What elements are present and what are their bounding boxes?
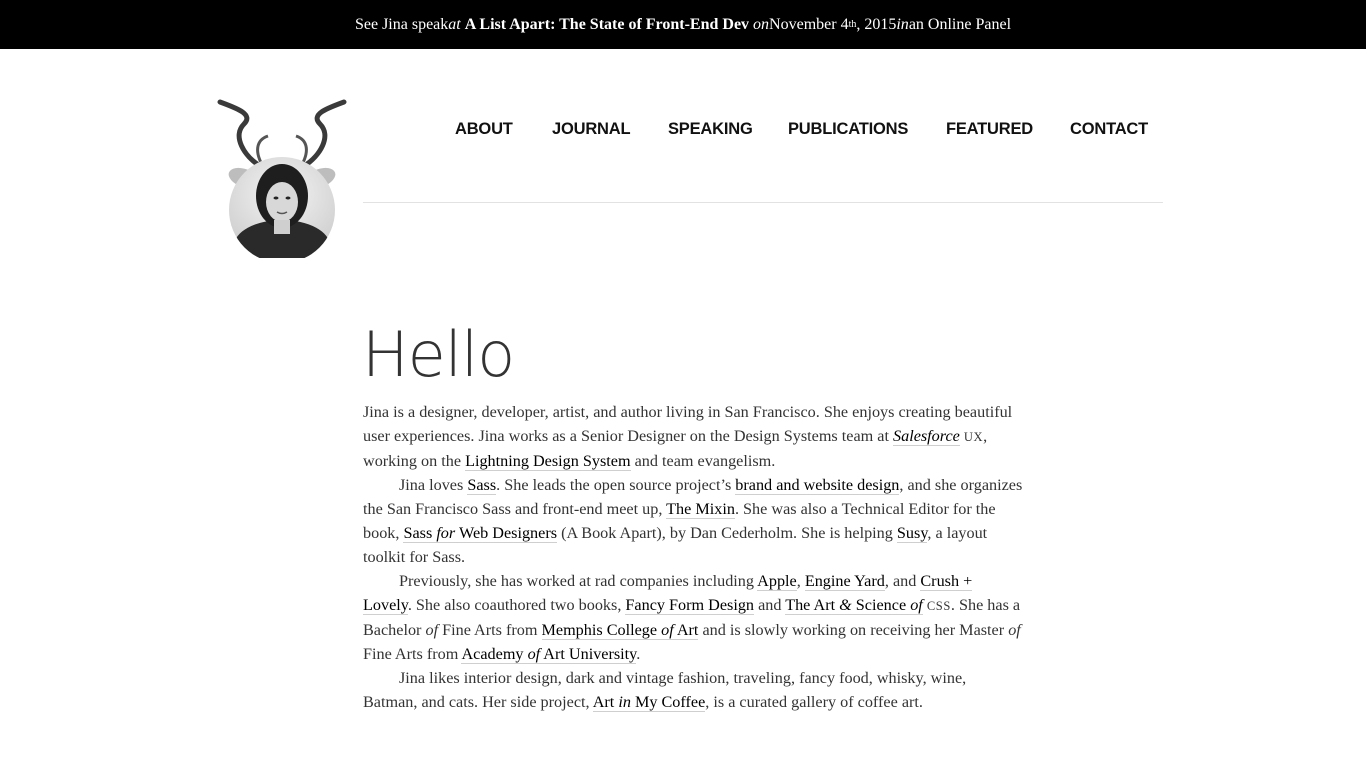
link-the-mixin[interactable]: The Mixin	[666, 500, 735, 519]
announcement-year: , 2015	[856, 15, 897, 33]
link-sass[interactable]: Sass	[467, 476, 497, 495]
link-brand-design[interactable]: brand and website design	[735, 476, 900, 495]
announcement-on: on	[753, 15, 770, 33]
announcement-at: at	[448, 15, 461, 33]
link-apple[interactable]: Apple	[757, 572, 797, 591]
announcement-text: See Jina speak	[354, 15, 449, 33]
page-title: Hello	[362, 318, 515, 391]
link-fancy-form-design[interactable]: Fancy Form Design	[625, 596, 755, 615]
nav-journal[interactable]: JOURNAL	[552, 120, 631, 139]
announcement-in: in	[896, 15, 909, 33]
announcement-location: an Online Panel	[908, 15, 1012, 33]
link-lightning-design-system[interactable]: Lightning Design System	[465, 452, 631, 471]
link-memphis-college-of-art[interactable]: Memphis College of Art	[541, 621, 699, 640]
link-salesforce[interactable]: Salesforce	[893, 427, 960, 446]
avatar-logo[interactable]	[214, 96, 350, 258]
nav-speaking[interactable]: SPEAKING	[668, 120, 753, 139]
announcement-bar: See Jina speak at A List Apart: The Stat…	[0, 0, 1366, 49]
announcement-event-link[interactable]: A List Apart: The State of Front-End Dev	[465, 16, 749, 34]
bio-paragraph-1: Jina is a designer, developer, artist, a…	[363, 403, 1013, 471]
header-divider	[363, 202, 1163, 203]
link-art-science-of-css[interactable]: The Art & Science of	[785, 596, 923, 615]
link-academy-of-art-university[interactable]: Academy of Art University	[461, 645, 637, 664]
bio-section: Jina is a designer, developer, artist, a…	[363, 400, 1023, 714]
link-sass-for-web-designers[interactable]: Sass for Web Designers	[403, 524, 558, 543]
bio-paragraph-2: Jina loves Sass. She leads the open sour…	[363, 476, 1023, 566]
link-susy[interactable]: Susy	[896, 524, 928, 543]
nav-about[interactable]: ABOUT	[455, 120, 513, 139]
nav-publications[interactable]: PUBLICATIONS	[788, 120, 908, 139]
nav-contact[interactable]: CONTACT	[1070, 120, 1148, 139]
link-art-in-my-coffee[interactable]: Art in My Coffee	[592, 693, 706, 712]
announcement-date: November 4	[769, 15, 849, 33]
link-engine-yard[interactable]: Engine Yard	[804, 572, 885, 591]
bio-paragraph-3: Previously, she has worked at rad compan…	[363, 572, 1021, 664]
nav-featured[interactable]: FEATURED	[946, 120, 1033, 139]
bio-paragraph-4: Jina likes interior design, dark and vin…	[363, 669, 967, 712]
